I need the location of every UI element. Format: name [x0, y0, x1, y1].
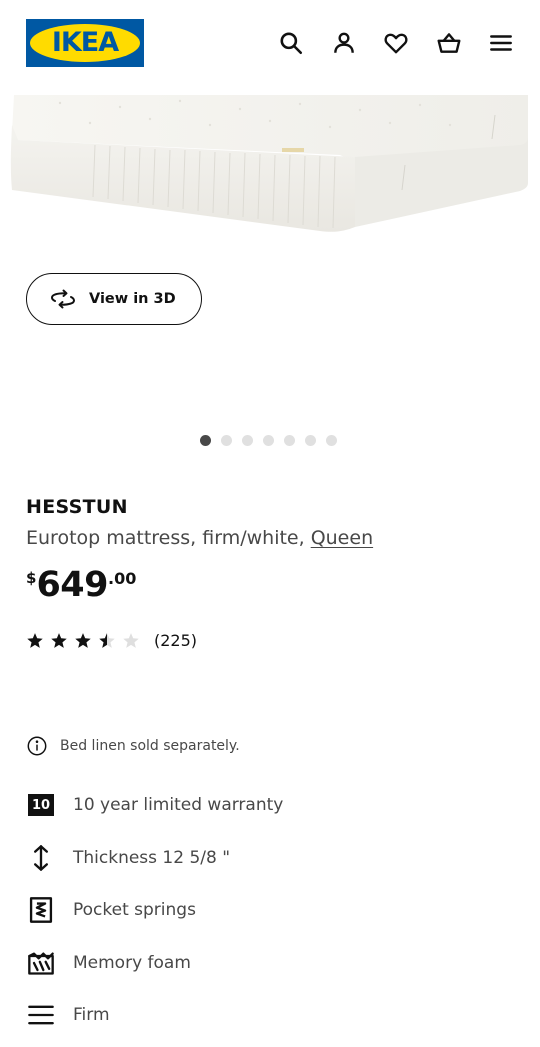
- pagination-dot-4[interactable]: [263, 435, 274, 446]
- product-price: $649.00: [26, 565, 136, 605]
- star-full-icon: [51, 632, 67, 648]
- star-half-icon: [99, 632, 115, 648]
- feature-label: Thickness 12 5/8 ": [73, 848, 231, 868]
- feature-label: 10 year limited warranty: [73, 795, 284, 815]
- gallery-pagination: [200, 435, 347, 447]
- memory-foam-icon: [26, 948, 56, 978]
- pagination-dot-3[interactable]: [242, 435, 253, 446]
- account-icon[interactable]: [330, 29, 358, 57]
- product-description-text: Eurotop mattress, firm/white,: [26, 527, 311, 549]
- notice-text: Bed linen sold separately.: [60, 738, 240, 754]
- pagination-dot-1[interactable]: [200, 435, 211, 446]
- info-icon: [27, 736, 47, 756]
- feature-thickness: Thickness 12 5/8 ": [26, 843, 506, 873]
- heart-icon[interactable]: [382, 29, 410, 57]
- bed-linen-notice: Bed linen sold separately.: [26, 735, 240, 757]
- product-image[interactable]: [0, 95, 540, 245]
- pagination-dot-7[interactable]: [326, 435, 337, 446]
- ikea-logo[interactable]: IKEA: [26, 19, 144, 67]
- feature-label: Pocket springs: [73, 900, 196, 920]
- product-description: Eurotop mattress, firm/white, Queen: [26, 527, 373, 549]
- star-empty-icon: [123, 632, 139, 648]
- view-in-3d-label: View in 3D: [89, 291, 176, 307]
- feature-pocket-springs: Pocket springs: [26, 895, 506, 925]
- pocket-springs-icon: [26, 895, 56, 925]
- feature-warranty: 10 10 year limited warranty: [26, 790, 506, 820]
- size-link[interactable]: Queen: [311, 527, 373, 549]
- price-decimal: .00: [108, 569, 137, 588]
- feature-memory-foam: Memory foam: [26, 948, 506, 978]
- firmness-icon: [26, 1000, 56, 1030]
- feature-firmness: Firm: [26, 1000, 506, 1030]
- star-full-icon: [75, 632, 91, 648]
- logo-text: IKEA: [51, 27, 119, 58]
- pagination-dot-5[interactable]: [284, 435, 295, 446]
- price-currency: $: [26, 569, 37, 587]
- thickness-icon: [26, 843, 56, 873]
- basket-icon[interactable]: [435, 29, 463, 57]
- rotate-3d-icon: [51, 289, 75, 309]
- feature-label: Firm: [73, 1005, 110, 1025]
- product-rating[interactable]: (225): [26, 631, 197, 650]
- warranty-badge: 10: [28, 794, 54, 816]
- pagination-dot-6[interactable]: [305, 435, 316, 446]
- product-name: HESSTUN: [26, 496, 128, 518]
- review-count: (225): [154, 631, 198, 650]
- top-header: IKEA: [0, 0, 540, 90]
- pagination-dot-2[interactable]: [221, 435, 232, 446]
- search-icon[interactable]: [277, 29, 305, 57]
- feature-label: Memory foam: [73, 953, 191, 973]
- warranty-10-icon: 10: [26, 790, 56, 820]
- view-in-3d-button[interactable]: View in 3D: [26, 273, 202, 325]
- star-full-icon: [27, 632, 43, 648]
- menu-icon[interactable]: [487, 29, 515, 57]
- price-integer: 649: [36, 565, 108, 605]
